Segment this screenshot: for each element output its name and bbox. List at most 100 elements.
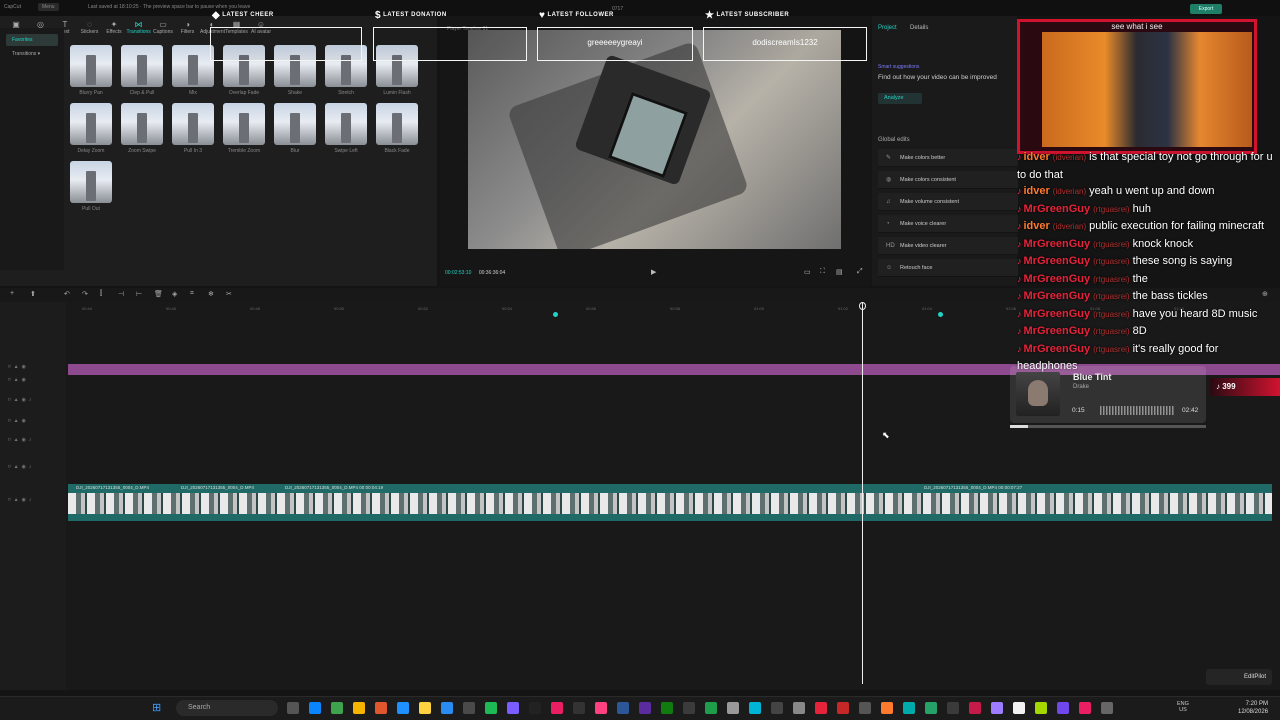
tab-transitions[interactable]: ⋈ Transitions [127,20,151,35]
taskbar-app-icon[interactable] [331,702,343,714]
tab-stickers[interactable]: ◌ Stickers [78,20,102,35]
taskbar-app-icon[interactable] [463,702,475,714]
taskbar-app-icon[interactable] [925,702,937,714]
track-controls[interactable]: ⌑▲◉♪ [8,397,34,403]
ratio-icon[interactable]: ▭ [804,268,811,276]
transition-thumb[interactable] [172,45,214,87]
fit-icon[interactable]: ⛶ [820,268,825,276]
taskbar-app-icon[interactable] [595,702,607,714]
hd-quality-icon[interactable]: ▤ [836,268,843,276]
transition-thumb[interactable] [274,103,316,145]
main-video-clip[interactable]: DJI_20260717131355_0004_D.MP4 DJI_202607… [68,484,1272,521]
category-transitions[interactable]: Transitions ▾ [6,48,58,60]
track-controls[interactable]: ⌑▲◉ [8,418,29,424]
taskbar-app-icon[interactable] [793,702,805,714]
transition-thumb[interactable] [70,161,112,203]
tab-effects[interactable]: ✦ Effects [102,20,126,35]
taskbar-app-icon[interactable] [639,702,651,714]
taskbar-app-icon[interactable] [529,702,541,714]
tab-details[interactable]: Details [910,25,928,31]
taskbar-app-icon[interactable] [661,702,673,714]
play-icon[interactable]: ▶ [651,268,656,276]
taskbar-app-icon[interactable] [837,702,849,714]
global-edit-item[interactable]: ♫ Make volume consistent [878,193,1018,211]
export-button[interactable]: Export [1190,4,1222,14]
taskbar-app-icon[interactable] [727,702,739,714]
taskbar-app-icon[interactable] [859,702,871,714]
taskbar-app-icon[interactable] [397,702,409,714]
marker-icon[interactable]: ◈ [172,290,177,298]
taskbar-app-icon[interactable] [287,702,299,714]
crop-icon[interactable]: ⌗ [190,290,194,298]
taskbar-app-icon[interactable] [507,702,519,714]
taskbar-app-icon[interactable] [1101,702,1113,714]
taskbar-app-icon[interactable] [551,702,563,714]
freeze-icon[interactable]: ❄ [208,290,214,298]
track-controls[interactable]: ⌑▲◉♪ [8,437,34,443]
global-edit-item[interactable]: ☺ Retouch face [878,259,1018,277]
track-controls[interactable]: ⌑▲◉♪ [8,464,34,470]
taskbar-app-icon[interactable] [573,702,585,714]
timeline-marker[interactable] [938,312,943,317]
transition-thumb[interactable] [121,103,163,145]
redo-icon[interactable]: ↷ [82,290,88,298]
taskbar-app-icon[interactable] [419,702,431,714]
transition-thumb[interactable] [70,45,112,87]
track-controls[interactable]: ⌑▲◉ [8,377,29,383]
taskbar-app-icon[interactable] [705,702,717,714]
taskbar-app-icon[interactable] [969,702,981,714]
video-preview[interactable] [468,30,841,249]
taskbar-app-icon[interactable] [1057,702,1069,714]
split-left-icon[interactable]: ⊣ [118,290,124,298]
add-track-icon[interactable]: + [10,290,14,297]
editpilot-button[interactable]: EditPilot [1206,669,1272,685]
analyze-button[interactable]: Analyze [878,93,922,104]
taskbar-app-icon[interactable] [771,702,783,714]
taskbar-app-icon[interactable] [375,702,387,714]
global-edit-item[interactable]: ◍ Make colors consistent [878,171,1018,189]
language-indicator[interactable]: ENG US [1177,701,1189,713]
tab-filters[interactable]: ◑ Filters [176,20,200,35]
transition-thumb[interactable] [70,103,112,145]
taskbar-app-icon[interactable] [617,702,629,714]
taskbar-app-icon[interactable] [309,702,321,714]
track-controls[interactable]: ⌑▲◉ [8,364,29,370]
split-right-icon[interactable]: ⊢ [136,290,142,298]
taskbar-app-icon[interactable] [441,702,453,714]
transition-thumb[interactable] [223,103,265,145]
taskbar-app-icon[interactable] [749,702,761,714]
select-tool-icon[interactable]: ⬆ [30,290,36,298]
menu-button[interactable]: Menu [38,3,59,11]
taskbar-app-icon[interactable] [947,702,959,714]
taskbar-app-icon[interactable] [1035,702,1047,714]
global-edit-item[interactable]: ✎ Make colors better [878,149,1018,167]
playhead-handle[interactable] [859,302,866,310]
auto-cut-icon[interactable]: ✂ [226,290,232,298]
taskbar-app-icon[interactable] [683,702,695,714]
timeline-marker[interactable] [553,312,558,317]
transition-thumb[interactable] [172,103,214,145]
taskbar-app-icon[interactable] [1079,702,1091,714]
taskbar-app-icon[interactable] [485,702,497,714]
track-controls[interactable]: ⌑▲◉♪ [8,497,34,503]
fullscreen-icon[interactable]: ⤢ [857,268,863,276]
taskbar-app-icon[interactable] [991,702,1003,714]
taskbar-app-icon[interactable] [353,702,365,714]
playhead[interactable] [862,302,863,684]
taskbar-app-icon[interactable] [815,702,827,714]
taskbar-app-icon[interactable] [1013,702,1025,714]
global-edit-item[interactable]: ◔ Make voice clearer [878,215,1018,233]
global-edit-item[interactable]: HD Make video clearer [878,237,1018,255]
category-favorites[interactable]: Favorites [6,34,58,46]
transition-thumb[interactable] [325,103,367,145]
windows-start-icon[interactable]: ⊞ [152,701,161,714]
tab-captions[interactable]: ▭ Captions [151,20,175,35]
taskbar-search[interactable]: Search [176,700,278,716]
transition-thumb[interactable] [376,103,418,145]
transition-thumb[interactable] [121,45,163,87]
undo-icon[interactable]: ↶ [64,290,70,298]
taskbar-clock[interactable]: 7:20 PM 12/08/2026 [1238,700,1268,716]
tab-project[interactable]: Project [878,25,897,31]
taskbar-app-icon[interactable] [881,702,893,714]
delete-icon[interactable]: 🗑 [154,290,163,298]
